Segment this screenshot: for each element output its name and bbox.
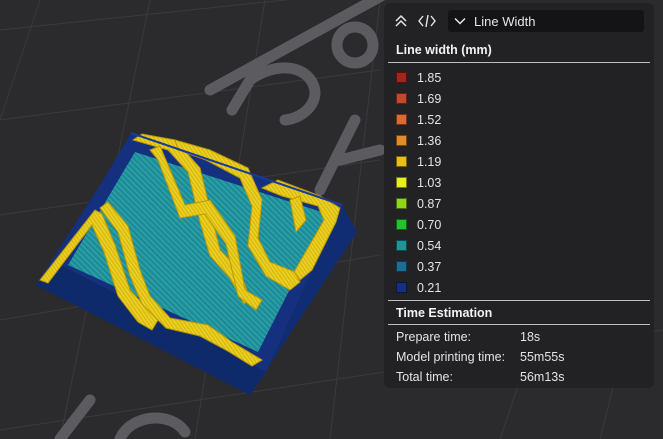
legend-toolbar: Line Width <box>390 9 644 33</box>
legend-list: 1.85 1.69 1.52 1.36 1.19 1.03 0.87 0.70 … <box>396 67 441 298</box>
legend-item: 1.69 <box>396 88 441 109</box>
total-time-label: Total time: <box>396 370 453 384</box>
total-time-row: Total time: 56m13s <box>396 370 564 388</box>
legend-item: 1.36 <box>396 130 441 151</box>
prepare-time-label: Prepare time: <box>396 330 472 344</box>
view-type-label: Line Width <box>474 13 536 29</box>
color-swatch <box>396 240 407 251</box>
legend-item: 1.52 <box>396 109 441 130</box>
color-swatch <box>396 282 407 293</box>
legend-item: 1.19 <box>396 151 441 172</box>
chevron-down-icon <box>454 17 466 25</box>
time-divider <box>388 300 650 301</box>
color-swatch <box>396 135 407 146</box>
double-chevron-up-icon[interactable] <box>390 10 412 32</box>
color-swatch <box>396 219 407 230</box>
legend-item: 0.54 <box>396 235 441 256</box>
time-estimation-title: Time Estimation <box>396 306 493 320</box>
color-swatch <box>396 156 407 167</box>
view-type-dropdown[interactable]: Line Width <box>448 10 644 32</box>
legend-item: 1.03 <box>396 172 441 193</box>
prepare-time-row: Prepare time: 18s <box>396 330 540 348</box>
legend-item: 0.70 <box>396 214 441 235</box>
model-printing-time-row: Model printing time: 55m55s <box>396 350 564 368</box>
legend-divider <box>388 62 650 63</box>
legend-item: 0.37 <box>396 256 441 277</box>
color-swatch <box>396 177 407 188</box>
legend-item: 1.85 <box>396 67 441 88</box>
printed-model-preview[interactable] <box>36 132 357 395</box>
model-printing-time-value: 55m55s <box>520 350 565 364</box>
color-swatch <box>396 114 407 125</box>
color-swatch <box>396 93 407 104</box>
code-brackets-icon[interactable] <box>416 10 438 32</box>
legend-panel: Line Width Line width (mm) 1.85 1.69 1.5… <box>384 3 654 388</box>
color-swatch <box>396 72 407 83</box>
legend-item: 0.87 <box>396 193 441 214</box>
total-time-value: 56m13s <box>520 370 565 384</box>
model-printing-time-label: Model printing time: <box>396 350 506 364</box>
color-swatch <box>396 198 407 209</box>
color-swatch <box>396 261 407 272</box>
time-divider-2 <box>388 324 650 325</box>
legend-item: 0.21 <box>396 277 441 298</box>
legend-title: Line width (mm) <box>396 43 492 57</box>
prepare-time-value: 18s <box>520 330 541 344</box>
